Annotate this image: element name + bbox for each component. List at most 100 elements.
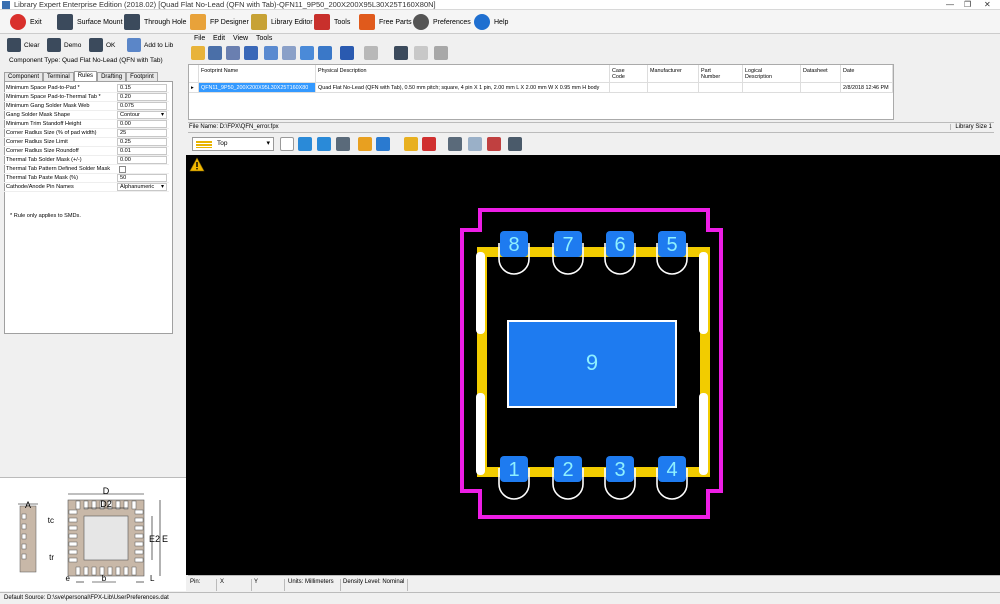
dimension-diagram: A D D2 tc tr E2 E e b L	[0, 477, 186, 591]
rule-value-input[interactable]: 0.00	[117, 120, 167, 128]
rule-dropdown[interactable]: Alphanumeric	[117, 183, 167, 191]
close-button[interactable]: ✕	[984, 0, 991, 10]
fp-designer-button[interactable]: FP Designer	[190, 13, 249, 31]
side-pad-left-bottom	[476, 393, 485, 475]
pad-label: 7	[562, 234, 573, 256]
layer-select[interactable]: Top	[192, 137, 274, 151]
rule-value-input[interactable]: 50	[117, 174, 167, 182]
rule-value-input[interactable]: 0.075	[117, 102, 167, 110]
ok-button[interactable]: OK	[89, 36, 115, 54]
status-bar: Default Source: D:\sve\personal\FPX-Lib\…	[0, 592, 1000, 604]
row-selector[interactable]: ▸	[189, 82, 199, 93]
pad-label: 3	[614, 459, 625, 481]
rule-label: Minimum Trim Standoff Height	[6, 121, 82, 127]
col-footprint-name[interactable]: Footprint Name	[199, 65, 316, 82]
cross-tools-icon[interactable]	[487, 137, 501, 151]
redo-icon[interactable]	[364, 46, 378, 60]
undo-icon[interactable]	[340, 46, 354, 60]
rules-note: * Rule only applies to SMDs.	[10, 213, 81, 219]
rule-value-input[interactable]: 0.15	[117, 84, 167, 92]
document-icon[interactable]	[414, 46, 428, 60]
rule-value-input[interactable]: 0.20	[117, 93, 167, 101]
power-icon	[10, 14, 26, 30]
settings-doc-icon[interactable]	[300, 46, 314, 60]
open-icon[interactable]	[191, 46, 205, 60]
cell-physical-description[interactable]: Quad Flat No-Lead (QFN with Tab), 0.50 m…	[316, 82, 610, 93]
demo-button[interactable]: Demo	[47, 36, 81, 54]
side-pad-left-top	[476, 252, 485, 334]
free-parts-button[interactable]: Free Parts	[359, 13, 412, 31]
menu-file[interactable]: File	[194, 35, 205, 42]
footprint-canvas[interactable]: 8 7 6 5 1 2 3 4 9	[186, 155, 1000, 575]
wizard-icon[interactable]	[394, 46, 408, 60]
tools-icon[interactable]	[434, 46, 448, 60]
import-icon[interactable]	[244, 46, 258, 60]
col-datasheet[interactable]: Datasheet	[801, 65, 841, 82]
rule-value-input[interactable]: 25	[117, 129, 167, 137]
menu-tools[interactable]: Tools	[256, 35, 272, 42]
app-icon	[2, 1, 10, 9]
exit-button[interactable]: Exit	[10, 13, 42, 31]
col-manufacturer[interactable]: Manufacturer	[648, 65, 699, 82]
print-icon[interactable]	[448, 137, 462, 151]
menu-view[interactable]: View	[233, 35, 248, 42]
rule-row: Gang Solder Mask Shape Contour	[4, 111, 169, 120]
rule-value-input[interactable]: 0.25	[117, 138, 167, 146]
find-icon[interactable]	[264, 46, 278, 60]
surface-mount-button[interactable]: Surface Mount	[57, 13, 123, 31]
wrench-icon[interactable]	[508, 137, 522, 151]
pan-icon[interactable]	[336, 137, 350, 151]
cell-datasheet[interactable]	[801, 82, 841, 93]
rule-row: Cathode/Anode Pin Names Alphanumeric	[4, 183, 169, 192]
minimize-button[interactable]: —	[946, 0, 954, 10]
rule-label: Cathode/Anode Pin Names	[6, 184, 74, 190]
col-part-number[interactable]: Part Number	[699, 65, 743, 82]
pointer-icon[interactable]	[280, 137, 294, 151]
save-as-icon[interactable]	[226, 46, 240, 60]
rule-dropdown[interactable]: Contour	[117, 111, 167, 119]
through-hole-button[interactable]: Through Hole	[124, 13, 186, 31]
file-toolbar	[188, 45, 448, 63]
add-page-icon[interactable]	[468, 137, 482, 151]
preferences-button[interactable]: Preferences	[413, 13, 471, 31]
maximize-button[interactable]: ❐	[964, 0, 971, 10]
cell-part-number[interactable]	[699, 82, 743, 93]
pin-readout: Pin:	[190, 579, 201, 585]
library-editor-button[interactable]: Library Editor	[251, 13, 313, 31]
tools-button[interactable]: Tools	[314, 13, 350, 31]
rule-checkbox[interactable]	[119, 166, 126, 173]
page-icon[interactable]	[282, 46, 296, 60]
zoom-fit-icon[interactable]	[317, 137, 331, 151]
footprint-grid: Footprint Name Physical Description Case…	[188, 64, 894, 120]
layers-color-icon[interactable]	[422, 137, 436, 151]
canvas-status-bar: Pin: X Y Units: Millimeters Density Leve…	[188, 575, 1000, 591]
clear-button[interactable]: Clear	[7, 36, 40, 54]
rule-row: Minimum Space Pad-to-Pad * 0.15	[4, 84, 169, 93]
zoom-extents-icon[interactable]	[298, 137, 312, 151]
dim-label-a: A	[25, 500, 31, 510]
books-icon	[251, 14, 267, 30]
measure-icon[interactable]	[404, 137, 418, 151]
x-readout: X	[220, 579, 225, 585]
flip-icon[interactable]	[358, 137, 372, 151]
warning-icon[interactable]	[189, 157, 205, 172]
cell-case-code[interactable]	[610, 82, 648, 93]
col-date[interactable]: Date	[841, 65, 893, 82]
rotate-icon[interactable]	[376, 137, 390, 151]
rule-value-input[interactable]: 0.01	[117, 147, 167, 155]
menu-edit[interactable]: Edit	[213, 35, 225, 42]
cell-manufacturer[interactable]	[648, 82, 699, 93]
help-button[interactable]: Help	[474, 13, 508, 31]
rule-row: Corner Radius Size (% of pad width) 25	[4, 129, 169, 138]
rule-value-input[interactable]: 0.00	[117, 156, 167, 164]
col-physical-description[interactable]: Physical Description	[316, 65, 610, 82]
rule-label: Minimum Space Pad-to-Pad *	[6, 85, 80, 91]
cell-logical-description[interactable]	[743, 82, 801, 93]
cell-footprint-name[interactable]: QFN11_9P50_200X200X95L30X25T160X80	[199, 82, 316, 93]
add-to-lib-button[interactable]: Add to Lib	[127, 36, 173, 54]
col-case-code[interactable]: Case Code	[610, 65, 648, 82]
save-icon[interactable]	[208, 46, 222, 60]
cell-date[interactable]: 2/8/2018 12:46 PM	[841, 82, 893, 93]
col-logical-description[interactable]: Logical Description	[743, 65, 801, 82]
monitor-icon[interactable]	[318, 46, 332, 60]
